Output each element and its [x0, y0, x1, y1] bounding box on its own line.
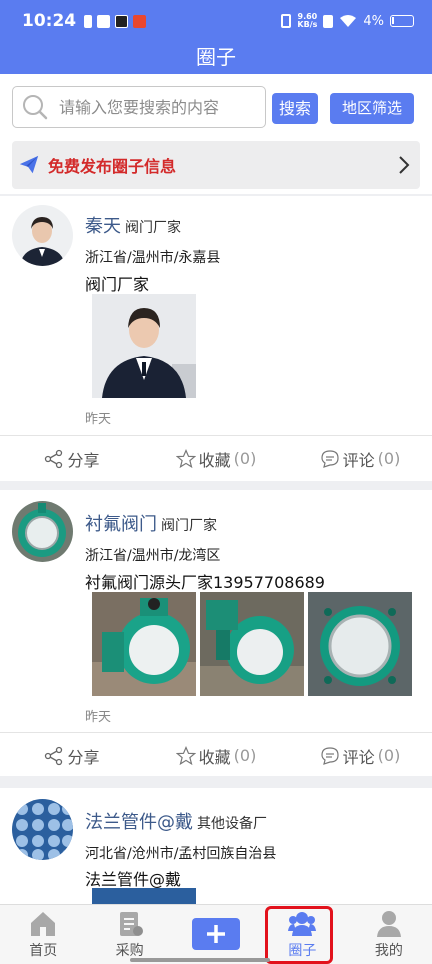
region-filter-button[interactable]: 地区筛选 — [330, 93, 414, 124]
post-text: 衬氟阀门源头厂家13957708689 — [85, 573, 325, 592]
share-label: 分享 — [67, 450, 100, 470]
nav-home[interactable]: 首页 — [0, 905, 86, 964]
post-date: 昨天 — [85, 412, 112, 427]
share-icon — [45, 449, 63, 468]
favorite-button[interactable]: 收藏 (0) — [144, 447, 288, 471]
nav-mine-label: 我的 — [374, 943, 403, 959]
paper-plane-icon — [19, 155, 39, 174]
search-icon — [23, 95, 48, 120]
favorite-label: 收藏 — [198, 747, 231, 767]
app-notification-icon — [133, 14, 147, 28]
nav-mine[interactable]: 我的 — [346, 905, 432, 964]
share-button[interactable]: 分享 — [0, 744, 144, 768]
star-icon — [175, 745, 196, 765]
bottom-nav: 首页 采购 圈子 我的 — [0, 904, 432, 964]
nav-publish[interactable] — [173, 905, 259, 964]
post-photo[interactable] — [92, 888, 196, 904]
tiktok-icon — [115, 14, 129, 28]
nav-circle[interactable]: 圈子 — [259, 905, 345, 964]
post-photo[interactable] — [308, 592, 412, 696]
nav-purchase[interactable]: 采购 — [86, 905, 172, 964]
publish-banner[interactable]: 免费发布圈子信息 — [12, 141, 420, 189]
post-date: 昨天 — [85, 710, 112, 725]
sim-icon — [84, 14, 93, 28]
post-card[interactable]: 法兰管件@戴 其他设备厂 河北省/沧州市/孟村回族自治县 法兰管件@戴 — [0, 788, 432, 904]
search-area: 搜索 地区筛选 — [0, 74, 432, 136]
share-label: 分享 — [67, 747, 100, 767]
post-location: 河北省/沧州市/孟村回族自治县 — [85, 846, 277, 862]
post-author[interactable]: 法兰管件@戴 其他设备厂 — [85, 808, 267, 834]
post-location: 浙江省/温州市/永嘉县 — [85, 250, 221, 266]
battery-percent: 4% — [363, 13, 384, 29]
home-indicator — [130, 958, 270, 962]
battery-icon — [390, 15, 414, 27]
publish-section: 免费发布圈子信息 — [0, 136, 432, 194]
comment-count: (0) — [377, 746, 401, 765]
author-name: 衬氟阀门 — [85, 514, 157, 535]
comment-button[interactable]: 评论 (0) — [288, 447, 432, 471]
avatar[interactable] — [12, 799, 73, 860]
author-tag: 其他设备厂 — [197, 816, 267, 832]
nav-home-label: 首页 — [29, 943, 58, 959]
favorite-button[interactable]: 收藏 (0) — [144, 744, 288, 768]
post-photo[interactable] — [92, 294, 196, 398]
status-time: 10:24 — [22, 11, 77, 31]
post-photo[interactable] — [200, 592, 304, 696]
vibrate-icon — [281, 14, 292, 28]
post-actions: 分享 收藏 (0) 评论 (0) — [0, 435, 432, 481]
favorite-count: (0) — [233, 449, 257, 468]
post-location: 浙江省/温州市/龙湾区 — [85, 548, 221, 564]
avatar[interactable] — [12, 205, 73, 266]
comment-label: 评论 — [342, 747, 375, 767]
author-tag: 阀门厂家 — [161, 518, 217, 534]
search-button[interactable]: 搜索 — [272, 93, 318, 124]
share-button[interactable]: 分享 — [0, 447, 144, 471]
network-speed: 9.60 KB/s — [297, 12, 318, 29]
post-author[interactable]: 衬氟阀门 阀门厂家 — [85, 510, 217, 536]
user-icon — [376, 911, 401, 937]
share-icon — [45, 746, 63, 765]
post-text: 法兰管件@戴 — [85, 870, 182, 889]
author-name: 法兰管件@戴 — [85, 812, 193, 833]
favorite-count: (0) — [233, 746, 257, 765]
post-photo[interactable] — [92, 592, 196, 696]
home-icon — [31, 912, 56, 936]
post-text: 阀门厂家 — [85, 275, 150, 294]
status-bar: 10:24 9.60 KB/s 4% — [0, 0, 432, 42]
author-name: 秦天 — [85, 216, 121, 237]
star-icon — [175, 448, 196, 468]
circle-icon — [288, 912, 317, 936]
post-card[interactable]: 衬氟阀门 阀门厂家 浙江省/温州市/龙湾区 衬氟阀门源头厂家13957708689 — [0, 490, 432, 776]
comment-count: (0) — [377, 449, 401, 468]
plus-button[interactable] — [192, 917, 241, 950]
author-tag: 阀门厂家 — [125, 220, 181, 236]
comment-icon — [321, 746, 339, 765]
mail-icon — [97, 14, 111, 28]
favorite-label: 收藏 — [198, 450, 231, 470]
comment-icon — [321, 449, 339, 468]
comment-button[interactable]: 评论 (0) — [288, 744, 432, 768]
search-input[interactable] — [59, 97, 259, 117]
purchase-icon — [119, 912, 143, 936]
search-box[interactable] — [12, 86, 266, 128]
avatar[interactable] — [12, 501, 73, 562]
post-author[interactable]: 秦天 阀门厂家 — [85, 212, 181, 238]
comment-label: 评论 — [342, 450, 375, 470]
chevron-right-icon — [399, 156, 410, 174]
publish-label: 免费发布圈子信息 — [48, 157, 177, 176]
page-title: 圈子 — [0, 42, 432, 74]
nav-circle-label: 圈子 — [288, 943, 317, 959]
post-actions: 分享 收藏 (0) 评论 (0) — [0, 732, 432, 778]
post-card[interactable]: 秦天 阀门厂家 浙江省/温州市/永嘉县 阀门厂家 昨天 分享 收藏 (0) 评论 (0… — [0, 196, 432, 481]
wifi-icon — [340, 15, 357, 27]
nfc-icon — [323, 14, 334, 28]
nav-purchase-label: 采购 — [115, 943, 144, 959]
plus-icon — [207, 924, 226, 943]
